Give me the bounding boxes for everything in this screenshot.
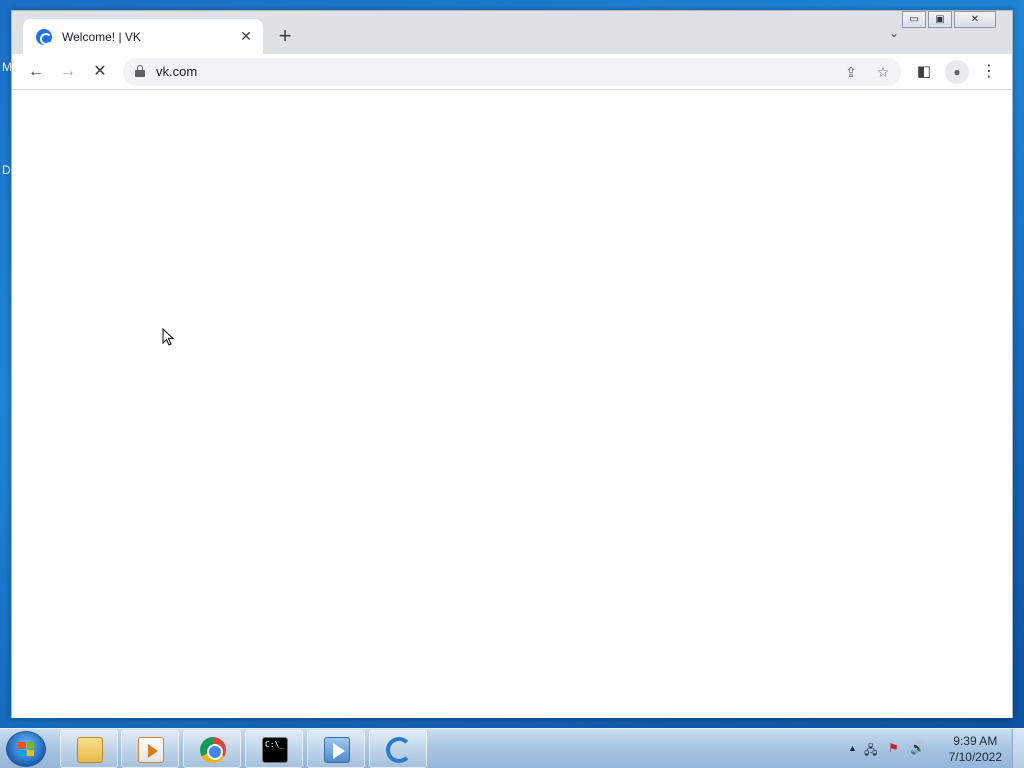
taskbar: ▲ 🖧 ⚑ 🔊 9:39 AM 7/10/2022	[0, 728, 1024, 768]
browser-toolbar: ← → ✕ vk.com ⇪ ☆ ◧ ● ⋮	[12, 54, 1012, 90]
taskbar-chrome-button[interactable]	[183, 730, 241, 768]
taskbar-cmd-button[interactable]	[245, 730, 303, 768]
forward-arrow-icon[interactable]: →	[57, 61, 79, 83]
menu-kebab-icon[interactable]: ⋮	[978, 61, 1000, 83]
taskbar-video-button[interactable]	[307, 730, 365, 768]
video-player-icon	[324, 737, 350, 763]
bookmark-star-icon[interactable]: ☆	[873, 62, 893, 82]
minimize-button[interactable]: ▭	[902, 11, 926, 28]
share-icon[interactable]: ⇪	[841, 62, 861, 82]
tab-strip: Welcome! | VK ✕ + ⌄ ▭ ▣ ✕	[12, 11, 1012, 54]
mouse-cursor-icon	[162, 328, 174, 346]
close-button[interactable]: ✕	[954, 11, 996, 28]
page-content[interactable]	[12, 91, 1012, 718]
vk-icon	[36, 28, 52, 45]
restore-button[interactable]: ▣	[928, 11, 952, 28]
network-icon[interactable]: 🖧	[864, 741, 877, 762]
command-prompt-icon	[262, 737, 288, 763]
clock-date: 7/10/2022	[948, 750, 1002, 764]
show-desktop-button[interactable]	[1012, 729, 1024, 768]
lock-icon[interactable]	[135, 65, 145, 77]
volume-icon[interactable]: 🔊	[910, 741, 925, 755]
chrome-icon	[200, 737, 226, 763]
stop-loading-icon[interactable]: ✕	[89, 61, 111, 83]
back-arrow-icon[interactable]: ←	[25, 61, 47, 83]
url-text[interactable]: vk.com	[156, 64, 197, 79]
tab-vk[interactable]: Welcome! | VK ✕	[23, 19, 263, 54]
action-center-flag-icon[interactable]: ⚑	[888, 741, 899, 755]
desktop-icon-label-d[interactable]: D	[2, 163, 11, 177]
start-button[interactable]	[6, 731, 46, 767]
window-controls: ▭ ▣ ✕	[900, 11, 996, 28]
media-player-icon	[138, 737, 164, 763]
side-panel-icon[interactable]: ◧	[913, 61, 935, 83]
windows-logo-icon	[18, 742, 34, 756]
profile-avatar-icon[interactable]: ●	[945, 60, 969, 84]
app-g-icon	[386, 737, 412, 763]
tab-search-chevron-icon[interactable]: ⌄	[884, 26, 904, 46]
system-tray: ▲ 🖧 ⚑ 🔊 9:39 AM 7/10/2022	[844, 729, 1024, 768]
address-bar[interactable]: vk.com ⇪ ☆	[123, 58, 901, 86]
tab-title: Welcome! | VK	[62, 29, 141, 44]
taskbar-media-player-button[interactable]	[121, 730, 179, 768]
tab-close-icon[interactable]: ✕	[235, 28, 257, 45]
clock[interactable]: 9:39 AM 7/10/2022	[949, 733, 1002, 765]
folder-icon	[77, 737, 103, 763]
show-hidden-icons-arrow-icon[interactable]: ▲	[848, 743, 857, 753]
browser-window: Welcome! | VK ✕ + ⌄ ▭ ▣ ✕ ← → ✕ vk.com ⇪…	[11, 10, 1013, 718]
new-tab-button[interactable]: +	[274, 24, 296, 48]
taskbar-explorer-button[interactable]	[60, 730, 118, 768]
taskbar-app-g-button[interactable]	[369, 730, 427, 768]
clock-time: 9:39 AM	[953, 734, 998, 748]
